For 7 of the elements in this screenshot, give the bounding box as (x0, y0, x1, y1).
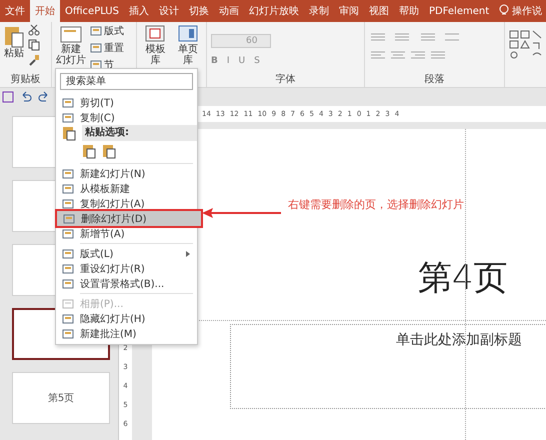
group-label: 段落 (424, 73, 446, 87)
menu-section-header: 粘贴选项: (82, 125, 197, 141)
thumbnail-caption: 第5页 (48, 392, 74, 405)
subtitle-text: 单击此处添加副标题 (396, 332, 522, 348)
group-label: 字体 (274, 73, 296, 87)
group-label: 剪贴板 (10, 73, 42, 87)
annotation-text: 右键需要删除的页，选择删除幻灯片 (288, 197, 464, 212)
